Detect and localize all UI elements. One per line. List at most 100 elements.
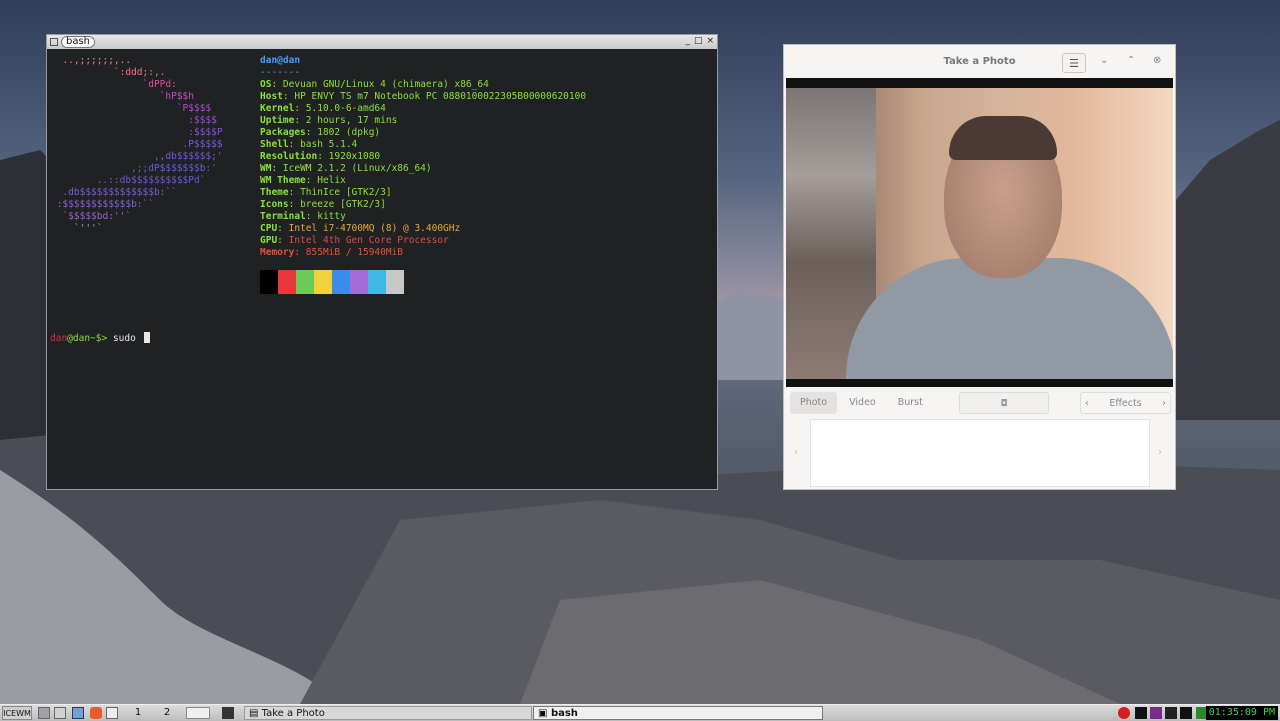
- info-colon: :: [317, 151, 329, 162]
- info-row: Shell: bash 5.1.4: [260, 139, 586, 151]
- info-colon: :: [271, 163, 283, 174]
- task-bash[interactable]: ▣ bash: [533, 706, 823, 720]
- palette-swatch: [314, 270, 332, 294]
- info-value: breeze [GTK2/3]: [300, 199, 386, 210]
- start-button[interactable]: ICEWM: [2, 706, 32, 720]
- workspace-2[interactable]: 2: [155, 706, 179, 720]
- info-value: Devuan GNU/Linux 4 (chimaera) x86_64: [282, 79, 489, 90]
- palette-swatch: [278, 270, 296, 294]
- terminal-window[interactable]: bash _ □ × ..,;;;;;;,.. `:ddd;:,. `dPPd:…: [46, 34, 718, 490]
- minimize-icon[interactable]: ⌄: [1100, 55, 1108, 66]
- logo-line: ,,db$$$$$$;': [51, 151, 223, 162]
- info-key: Shell: [260, 139, 289, 150]
- terminal-launcher-icon[interactable]: [106, 707, 118, 719]
- terminal-titlebar[interactable]: bash _ □ ×: [47, 35, 717, 49]
- maximize-button[interactable]: □: [694, 36, 703, 46]
- logo-line: ..::db$$$$$$$$$$Pd`: [51, 175, 206, 186]
- effects-label: Effects: [1109, 397, 1142, 409]
- info-value: Intel i7-4700MQ (8) @ 3.400GHz: [288, 223, 461, 234]
- logo-line: .P$$$$$: [51, 139, 223, 150]
- thumbnails-next-icon[interactable]: ›: [1158, 447, 1162, 458]
- info-row: OS: Devuan GNU/Linux 4 (chimaera) x86_64: [260, 79, 586, 91]
- task-take-a-photo[interactable]: ▤ Take a Photo: [244, 706, 532, 720]
- color-palette: [260, 270, 404, 294]
- logo-line: `P$$$$: [51, 103, 212, 114]
- chevron-right-icon[interactable]: ›: [1162, 398, 1166, 409]
- info-row: Terminal: kitty: [260, 211, 586, 223]
- tray-icon-4[interactable]: [1180, 707, 1192, 719]
- app-icon[interactable]: [222, 707, 234, 719]
- minimize-button[interactable]: _: [685, 36, 690, 46]
- close-button[interactable]: ×: [706, 36, 714, 46]
- camera-headerbar[interactable]: Take a Photo ☰ ⌄ ⌃ ⊗: [784, 45, 1175, 79]
- info-key: Kernel: [260, 103, 295, 114]
- task-label: bash: [550, 708, 578, 719]
- info-colon: :: [288, 187, 301, 198]
- tray-icon-1[interactable]: [1135, 707, 1147, 719]
- effects-control[interactable]: ‹ Effects ›: [1080, 392, 1171, 414]
- logo-line: `hP$$h: [51, 91, 194, 102]
- menu-button[interactable]: ☰: [1062, 53, 1086, 73]
- mode-video[interactable]: Video: [839, 392, 886, 414]
- thumbnails-prev-icon[interactable]: ‹: [794, 447, 798, 458]
- typed-command: sudo: [112, 333, 142, 344]
- tray-icon-3[interactable]: [1165, 707, 1177, 719]
- camera-task-icon: ▤: [249, 708, 262, 719]
- info-row: Theme: ThinIce [GTK2/3]: [260, 187, 586, 199]
- logo-line: ,;;dP$$$$$$$b:': [51, 163, 217, 174]
- info-colon: :: [294, 115, 306, 126]
- close-icon[interactable]: ⊗: [1153, 55, 1161, 66]
- webcam-feed-image: [786, 88, 1173, 379]
- palette-swatch: [350, 270, 368, 294]
- info-colon: :: [294, 103, 306, 114]
- record-indicator-icon[interactable]: [1118, 707, 1130, 719]
- mode-burst[interactable]: Burst: [888, 392, 933, 414]
- user-host: dan@dan: [260, 55, 301, 66]
- terminal-task-icon: ▣: [538, 708, 551, 719]
- shell-prompt[interactable]: dan@dan~$> sudo: [50, 332, 150, 345]
- info-key: Resolution: [260, 151, 318, 162]
- info-colon: :: [282, 91, 295, 102]
- browser-icon[interactable]: [90, 707, 102, 719]
- info-row: Host: HP ENVY TS m7 Notebook PC 08801000…: [260, 91, 586, 103]
- mode-photo[interactable]: Photo: [790, 392, 838, 414]
- info-value: Intel 4th Gen Core Processor: [288, 235, 449, 246]
- taskbar: ICEWM 1 2 ▤ Take a Photo ▣ bash 01:35:09…: [0, 704, 1280, 721]
- workspace-1[interactable]: 1: [126, 706, 150, 720]
- logo-line: `'''`: [51, 223, 103, 234]
- info-row: Kernel: 5.10.0-6-amd64: [260, 103, 586, 115]
- chevron-left-icon[interactable]: ‹: [1085, 398, 1089, 409]
- tray-icon-2[interactable]: [1150, 707, 1162, 719]
- info-key: Terminal: [260, 211, 306, 222]
- camera-window[interactable]: Take a Photo ☰ ⌄ ⌃ ⊗ Photo Video Burst ◘…: [783, 44, 1176, 490]
- info-value: Helix: [317, 175, 346, 186]
- clock[interactable]: 01:35:09 PM: [1205, 706, 1278, 720]
- show-desktop-icon[interactable]: [38, 707, 50, 719]
- separator: -------: [260, 67, 301, 78]
- devuan-ascii-logo: ..,;;;;;;,.. `:ddd;:,. `dPPd: `hP$$h `P$…: [51, 55, 223, 235]
- hamburger-menu-icon: ☰: [1069, 57, 1079, 70]
- info-row: GPU: Intel 4th Gen Core Processor: [260, 235, 586, 247]
- camera-preview: [786, 78, 1173, 387]
- window-list-icon[interactable]: [54, 707, 66, 719]
- palette-swatch: [386, 270, 404, 294]
- info-key: WM Theme: [260, 175, 306, 186]
- info-value: 1802 (dpkg): [317, 127, 381, 138]
- text-cursor: [143, 332, 150, 343]
- workspace-preview-icon[interactable]: [186, 707, 210, 719]
- info-key: Uptime: [260, 115, 295, 126]
- maximize-icon[interactable]: ⌃: [1127, 55, 1135, 66]
- info-value: HP ENVY TS m7 Notebook PC 0880100022305B…: [294, 91, 587, 102]
- logo-line: ..,;;;;;;,..: [51, 55, 132, 66]
- terminal-title: bash: [61, 36, 96, 48]
- info-key: Packages: [260, 127, 306, 138]
- logo-line: :$$$$: [51, 115, 217, 126]
- prompt-user: dan: [50, 333, 68, 344]
- info-colon: :: [277, 235, 289, 246]
- mode-selector: Photo Video Burst: [790, 392, 933, 414]
- file-manager-icon[interactable]: [72, 707, 84, 719]
- thumbnail-strip[interactable]: [810, 419, 1150, 487]
- window-menu-icon[interactable]: [50, 38, 58, 46]
- info-row: CPU: Intel i7-4700MQ (8) @ 3.400GHz: [260, 223, 586, 235]
- take-photo-button[interactable]: ◘: [959, 392, 1049, 414]
